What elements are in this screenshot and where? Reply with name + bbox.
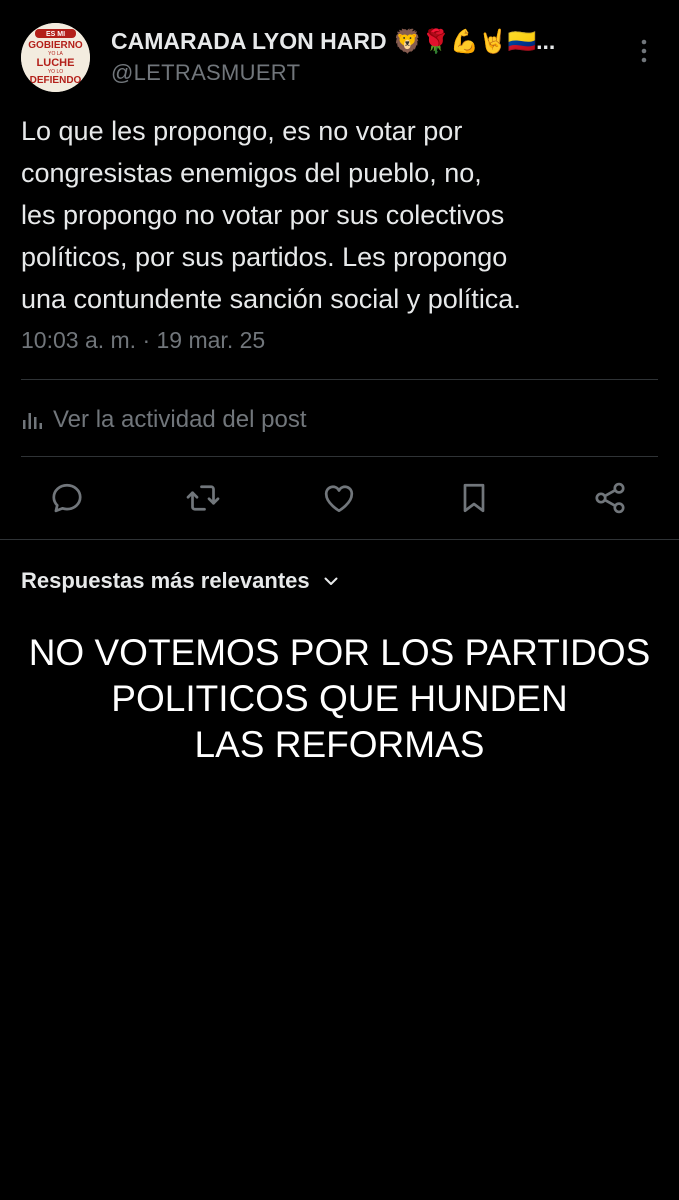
avatar-text-1: ES MI	[46, 31, 65, 38]
reply-icon	[52, 483, 82, 513]
divider	[21, 456, 658, 457]
image-caption-line: LAS REFORMAS	[194, 724, 485, 765]
repost-icon	[186, 485, 220, 511]
image-caption: NO VOTEMOS POR LOS PARTIDOS POLITICOS QU…	[0, 630, 679, 768]
avatar-text-6: DEFIENDO	[30, 75, 82, 86]
more-vertical-icon	[641, 39, 647, 63]
image-caption-line: NO VOTEMOS POR LOS PARTIDOS	[28, 632, 651, 673]
post-text: Lo que les propongo, es no votar por con…	[21, 116, 521, 314]
like-button[interactable]	[319, 478, 359, 518]
more-options-button[interactable]	[632, 36, 656, 66]
avatar[interactable]: ES MI GOBIERNO YO LA LUCHE YO LO DEFIEND…	[21, 23, 90, 92]
replies-sort-label: Respuestas más relevantes	[21, 568, 310, 593]
post-activity-link[interactable]: Ver la actividad del post	[21, 402, 307, 438]
display-name[interactable]: CAMARADA LYON HARD 🦁🌹💪🤘🇨🇴...	[111, 28, 555, 55]
image-caption-line: POLITICOS QUE HUNDEN	[111, 678, 568, 719]
share-button[interactable]	[590, 478, 630, 518]
bookmark-icon	[463, 483, 485, 513]
chevron-down-icon	[324, 577, 338, 585]
avatar-text-4: LUCHE	[37, 57, 75, 69]
divider	[21, 379, 658, 380]
post-timestamp[interactable]: 10:03 a. m. · 19 mar. 25	[21, 327, 265, 354]
post-activity-label: Ver la actividad del post	[53, 406, 307, 433]
heart-icon	[324, 485, 354, 513]
bar-chart-icon	[23, 413, 42, 429]
user-handle[interactable]: @LETRASMUERT	[111, 60, 300, 86]
divider	[0, 539, 679, 540]
repost-button[interactable]	[183, 478, 223, 518]
bookmark-button[interactable]	[454, 478, 494, 518]
avatar-text-2: GOBIERNO	[28, 40, 83, 51]
replies-sort-dropdown[interactable]: Respuestas más relevantes	[21, 568, 340, 594]
reply-button[interactable]	[47, 478, 87, 518]
share-icon	[595, 482, 625, 514]
